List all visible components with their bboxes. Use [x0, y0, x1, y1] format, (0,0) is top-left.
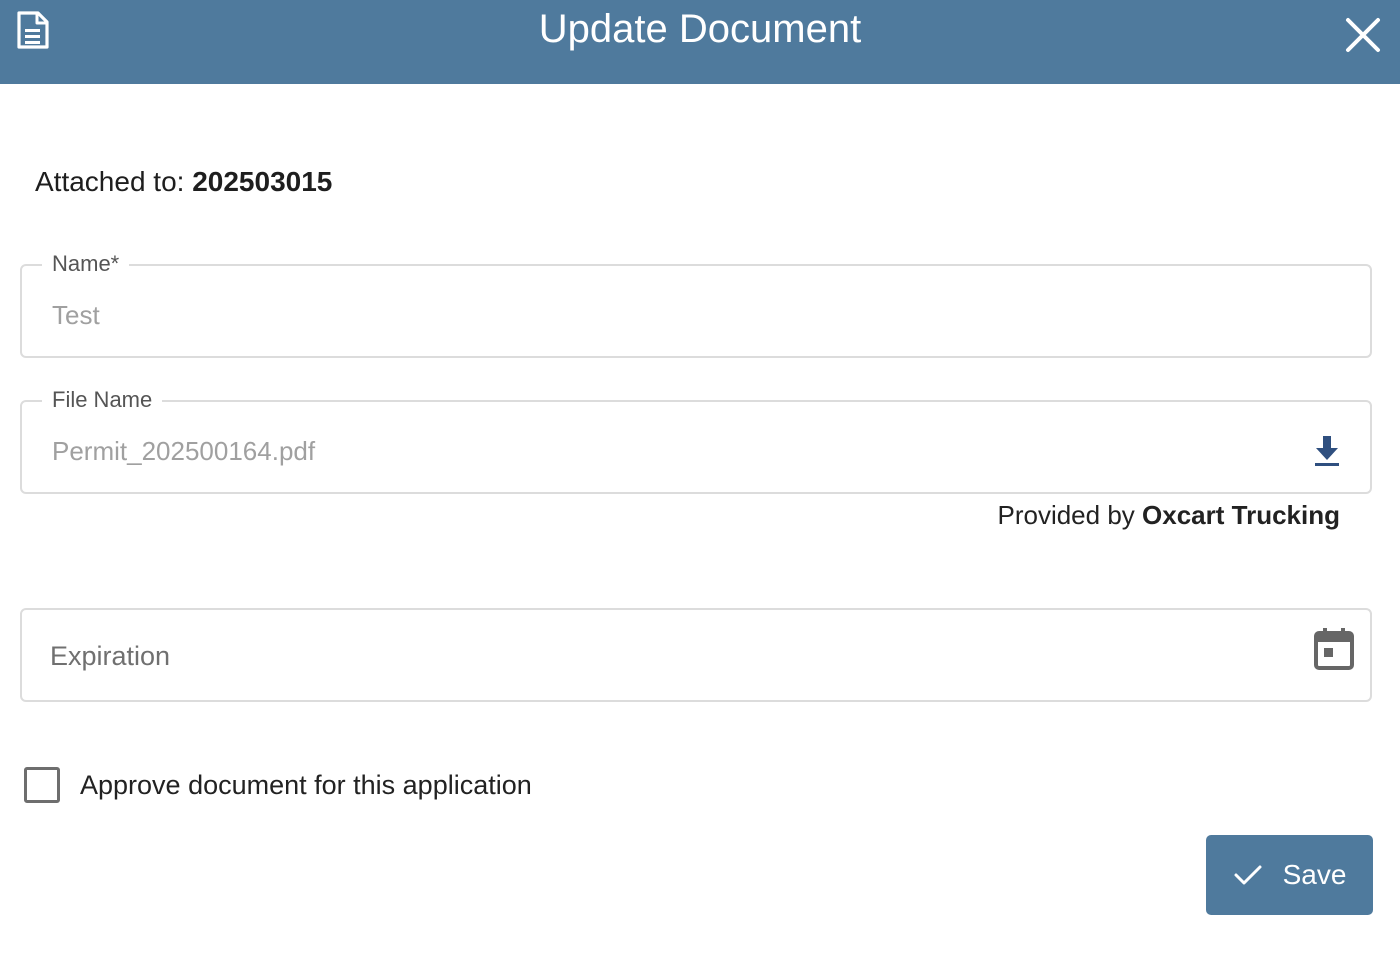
approve-checkbox[interactable] — [24, 767, 60, 803]
close-icon[interactable] — [1342, 14, 1384, 56]
check-icon — [1234, 865, 1262, 885]
attached-label: Attached to: — [35, 166, 185, 197]
provided-by: Provided by Oxcart Trucking — [997, 500, 1340, 530]
save-label: Save — [1282, 859, 1347, 890]
name-field-label: Name* — [42, 251, 130, 277]
name-field-value[interactable]: Test — [52, 300, 100, 330]
provider-name: Oxcart Trucking — [1142, 500, 1340, 530]
file-name-field-label: File Name — [42, 387, 163, 413]
file-name-value[interactable]: Permit_202500164.pdf — [52, 436, 315, 466]
dialog-title: Update Document — [538, 7, 862, 51]
file-name-field[interactable]: File Name Permit_202500164.pdf — [20, 387, 1372, 494]
approve-row: Approve document for this application — [24, 766, 532, 804]
save-button[interactable]: Save — [1206, 835, 1373, 915]
provided-by-prefix: Provided by — [997, 500, 1135, 530]
approve-label[interactable]: Approve document for this application — [80, 769, 532, 801]
dialog-header: Update Document — [0, 0, 1400, 84]
expiration-placeholder: Expiration — [50, 641, 171, 671]
calendar-icon[interactable] — [1314, 628, 1354, 670]
download-icon[interactable] — [1312, 434, 1342, 468]
name-field[interactable]: Name* Test — [20, 251, 1372, 358]
expiration-field[interactable]: Expiration — [20, 608, 1372, 702]
attached-to: Attached to: 202503015 — [35, 166, 332, 198]
attached-value: 202503015 — [192, 166, 333, 197]
